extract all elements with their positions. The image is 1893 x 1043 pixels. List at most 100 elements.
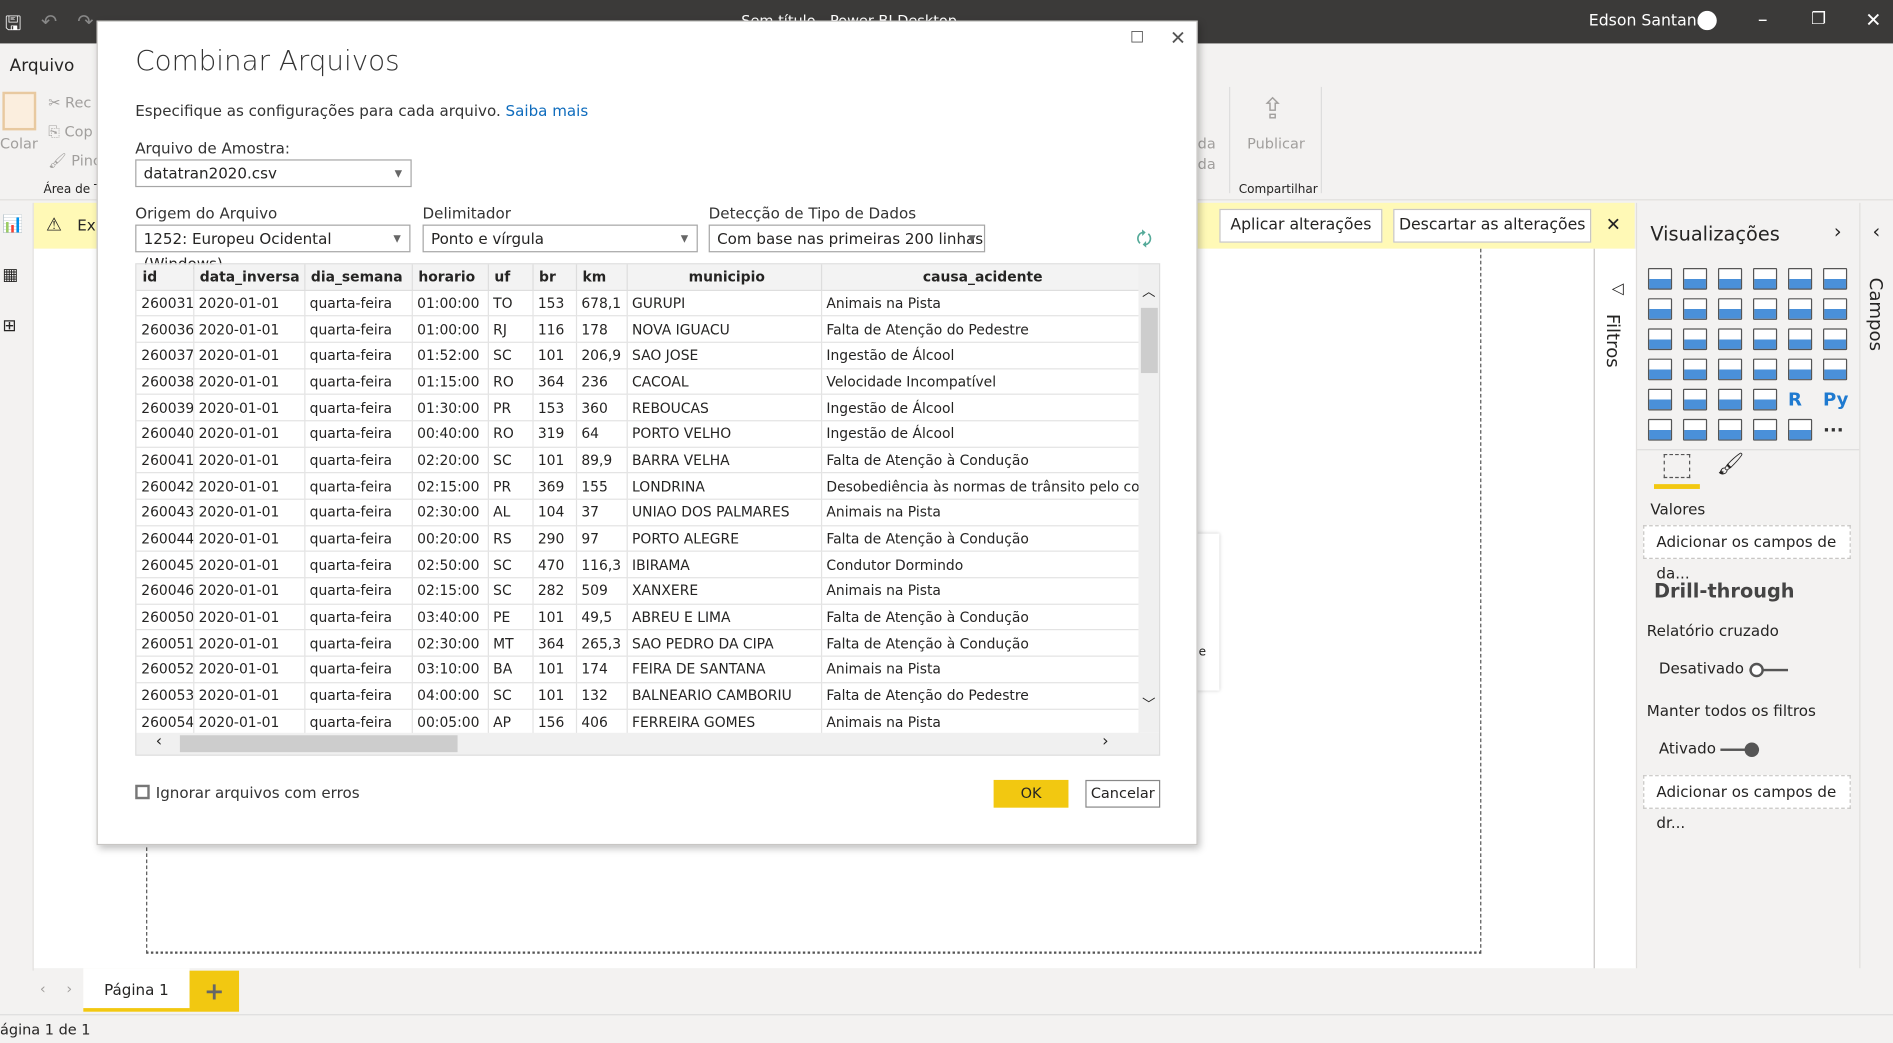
- keep-filters-toggle[interactable]: Ativado: [1659, 739, 1760, 757]
- line-column-icon[interactable]: [1752, 298, 1778, 320]
- column-header[interactable]: municipio: [626, 264, 822, 291]
- close-window-button[interactable]: ✕: [1865, 8, 1881, 31]
- close-dialog-button[interactable]: ✕: [1170, 27, 1186, 50]
- python-visual-icon[interactable]: Py: [1823, 389, 1848, 411]
- key-influencers-icon[interactable]: [1647, 418, 1673, 441]
- column-header[interactable]: km: [575, 264, 628, 291]
- values-drop-well[interactable]: Adicionar os campos de da...: [1643, 525, 1851, 582]
- delimiter-select[interactable]: Ponto e vírgula ▼: [422, 224, 698, 253]
- card-icon[interactable]: [1788, 358, 1813, 381]
- matrix-icon[interactable]: [1752, 388, 1778, 411]
- column-header[interactable]: dia_semana: [304, 264, 413, 291]
- expand-fields-icon[interactable]: ‹: [1873, 220, 1881, 243]
- format-painter-icon[interactable]: 🖌 Pinc: [48, 152, 101, 169]
- cut-icon[interactable]: ✂ Rec: [48, 94, 91, 111]
- filled-map-icon[interactable]: [1682, 358, 1708, 381]
- paste-label[interactable]: Colar: [0, 135, 38, 152]
- cross-report-toggle[interactable]: Desativado: [1659, 659, 1788, 677]
- maximize-dialog-button[interactable]: ☐: [1130, 29, 1144, 47]
- pie-icon[interactable]: [1752, 328, 1778, 351]
- discard-changes-button[interactable]: Descartar as alterações: [1393, 208, 1592, 243]
- format-tab-icon[interactable]: 🖌: [1717, 452, 1745, 477]
- map-icon[interactable]: [1647, 358, 1673, 381]
- stacked-bar-icon[interactable]: [1647, 268, 1673, 290]
- prev-page-icon[interactable]: ‹: [40, 980, 46, 997]
- ignore-errors-label[interactable]: Ignorar arquivos com erros: [156, 784, 360, 802]
- multi-row-card-icon[interactable]: [1823, 358, 1848, 381]
- shape-map-icon[interactable]: [1717, 358, 1743, 381]
- paste-icon[interactable]: [2, 91, 37, 131]
- horizontal-scroll-thumb[interactable]: [179, 735, 458, 753]
- minimize-button[interactable]: –: [1758, 7, 1768, 30]
- line-clustered-column-icon[interactable]: [1788, 298, 1813, 320]
- publish-button[interactable]: Publicar: [1247, 135, 1305, 152]
- gauge-icon[interactable]: [1752, 358, 1778, 381]
- clustered-bar-icon[interactable]: [1717, 268, 1743, 290]
- arcgis-icon[interactable]: [1752, 418, 1778, 441]
- refresh-file-icon[interactable]: 🗘: [1136, 227, 1152, 257]
- table-icon[interactable]: [1717, 388, 1743, 411]
- avatar[interactable]: [1697, 10, 1717, 31]
- kpi-icon[interactable]: [1647, 388, 1673, 411]
- 100-bar-icon[interactable]: [1788, 268, 1813, 290]
- column-header[interactable]: data_inversa: [193, 264, 305, 291]
- 100-column-icon[interactable]: [1823, 268, 1848, 290]
- drill-through-drop-well[interactable]: Adicionar os campos de dr...: [1643, 775, 1851, 832]
- column-header[interactable]: br: [532, 264, 577, 291]
- type-detection-select[interactable]: Com base nas primeiras 200 linhas ▼: [708, 224, 986, 253]
- collapse-viz-icon[interactable]: ›: [1834, 220, 1842, 243]
- file-tab[interactable]: Arquivo: [10, 57, 75, 76]
- model-view-icon[interactable]: ⊞: [2, 316, 16, 335]
- decomposition-tree-icon[interactable]: [1682, 418, 1708, 441]
- vertical-scrollbar[interactable]: ︿ ﹀: [1138, 264, 1160, 733]
- treemap-icon[interactable]: [1823, 328, 1848, 351]
- close-bar-icon[interactable]: ✕: [1606, 214, 1621, 236]
- more-icon[interactable]: ···: [1823, 419, 1844, 441]
- restore-button[interactable]: ❐: [1811, 10, 1826, 29]
- redo-icon[interactable]: ↷: [77, 10, 93, 33]
- ribbon-icon[interactable]: [1823, 298, 1848, 320]
- column-header[interactable]: causa_acidente: [820, 264, 1140, 291]
- data-view-icon[interactable]: ▦: [2, 266, 18, 285]
- waterfall-icon[interactable]: [1647, 328, 1673, 351]
- undo-icon[interactable]: ↶: [41, 10, 57, 33]
- area-icon[interactable]: [1682, 298, 1708, 320]
- ignore-errors-checkbox[interactable]: [135, 784, 150, 800]
- add-page-button[interactable]: +: [189, 970, 240, 1012]
- copy-icon[interactable]: ⎘ Cop: [48, 123, 92, 141]
- page-tab[interactable]: Página 1: [83, 968, 190, 1012]
- slicer-icon[interactable]: [1682, 388, 1708, 411]
- filters-pane-collapsed[interactable]: ◁ Filtros: [1593, 248, 1636, 971]
- fields-tab-icon[interactable]: [1663, 453, 1691, 479]
- column-header[interactable]: horario: [411, 264, 489, 291]
- ok-button[interactable]: OK: [993, 779, 1069, 808]
- scroll-down-icon[interactable]: ﹀: [1142, 694, 1155, 713]
- apply-changes-button[interactable]: Aplicar alterações: [1219, 208, 1383, 243]
- r-visual-icon[interactable]: R: [1788, 389, 1802, 411]
- qa-icon[interactable]: [1717, 418, 1743, 441]
- scroll-right-icon[interactable]: ›: [1102, 733, 1108, 751]
- save-icon[interactable]: 🖫: [5, 11, 21, 44]
- publish-icon[interactable]: ⇪: [1260, 92, 1284, 126]
- origin-select[interactable]: 1252: Europeu Ocidental (Windows)▼: [135, 224, 411, 273]
- fields-pane-collapsed[interactable]: ‹ Campos: [1859, 202, 1893, 971]
- scroll-left-icon[interactable]: ‹: [156, 733, 162, 751]
- column-header[interactable]: id: [136, 264, 194, 291]
- stacked-column-icon[interactable]: [1682, 268, 1708, 290]
- donut-icon[interactable]: [1788, 328, 1813, 351]
- power-apps-icon[interactable]: [1788, 418, 1813, 441]
- stacked-area-icon[interactable]: [1717, 298, 1743, 320]
- report-view-icon[interactable]: 📊: [2, 215, 23, 234]
- funnel-icon[interactable]: [1682, 328, 1708, 351]
- vertical-scroll-thumb[interactable]: [1140, 307, 1158, 374]
- horizontal-scrollbar[interactable]: ‹ ›: [136, 732, 1160, 755]
- next-page-icon[interactable]: ›: [66, 980, 72, 997]
- cancel-button[interactable]: Cancelar: [1085, 779, 1161, 808]
- learn-more-link[interactable]: Saiba mais: [506, 101, 589, 119]
- sample-file-select[interactable]: datatran2020.csv ▼: [135, 159, 412, 188]
- column-header[interactable]: uf: [487, 264, 534, 291]
- clustered-column-icon[interactable]: [1752, 268, 1778, 290]
- scroll-up-icon[interactable]: ︿: [1142, 281, 1155, 300]
- scatter-icon[interactable]: [1717, 328, 1743, 351]
- line-icon[interactable]: [1647, 298, 1673, 320]
